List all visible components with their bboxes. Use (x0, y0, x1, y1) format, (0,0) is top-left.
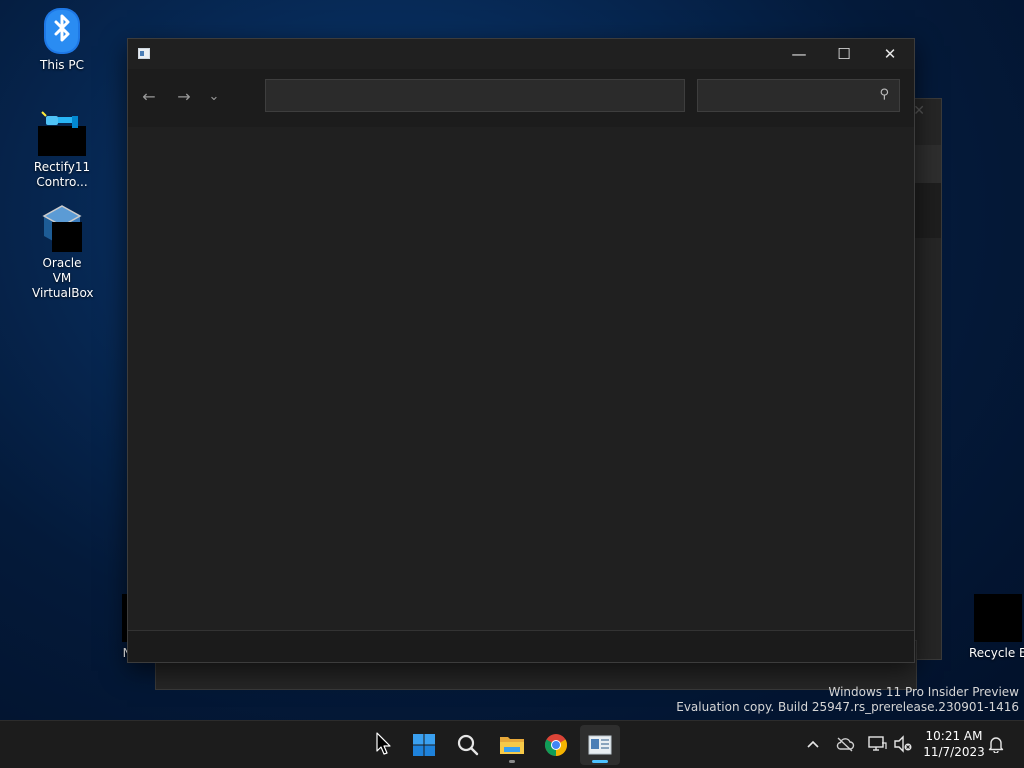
title-bar[interactable]: — ☐ ✕ (128, 39, 914, 69)
desktop-icon-label: Rectify11 Contro... (33, 160, 91, 189)
mouse-cursor-icon (376, 732, 391, 755)
virtualbox-icon (38, 204, 86, 252)
desktop-icon-this-pc[interactable]: This PC (22, 6, 102, 73)
desktop-icon-rectify11[interactable]: Rectify11 Contro... (22, 108, 102, 190)
chevron-down-icon: ⌄ (208, 88, 220, 104)
window-app-icon (138, 48, 150, 59)
windows-logo-icon (413, 734, 435, 756)
search-input[interactable]: ⚲ (697, 79, 900, 112)
search-icon[interactable]: ⚲ (879, 87, 889, 102)
bluetooth-icon (38, 6, 86, 54)
network-icon (868, 736, 887, 751)
watermark-line-2: Evaluation copy. Build 25947.rs_prerelea… (676, 700, 1019, 714)
volume-tray-button[interactable] (892, 733, 914, 755)
content-pane[interactable] (128, 127, 914, 630)
close-icon: ✕ (883, 45, 897, 63)
chrome-icon (545, 734, 567, 756)
minimize-button[interactable]: — (776, 39, 822, 69)
navigation-bar: ← → ⌄ ⚲ (128, 69, 914, 127)
arrow-right-icon: → (177, 86, 191, 106)
close-icon[interactable]: ✕ (913, 103, 925, 119)
desktop-icon-virtualbox[interactable]: Oracle VM VirtualBox (22, 204, 102, 301)
desktop-icon-label: Oracle VM VirtualBox (32, 256, 94, 300)
active-indicator (592, 760, 608, 763)
chevron-up-icon (807, 740, 819, 748)
maximize-icon: ☐ (837, 45, 851, 63)
control-panel-taskbar-button[interactable] (580, 725, 620, 765)
address-bar[interactable] (265, 79, 685, 112)
recent-locations-button[interactable]: ⌄ (199, 81, 229, 111)
clock[interactable]: 10:21 AM 11/7/2023 (918, 728, 990, 760)
show-hidden-icons-button[interactable] (802, 733, 824, 755)
desktop: This PC Rectify11 Contro... Oracle VM Vi… (0, 0, 1024, 720)
recycle-bin-icon (974, 594, 1022, 642)
search-icon (457, 734, 479, 756)
running-indicator (509, 760, 515, 763)
watermark-line-1: Windows 11 Pro Insider Preview (828, 685, 1019, 699)
clock-time: 10:21 AM (925, 729, 983, 743)
close-button[interactable]: ✕ (867, 39, 913, 69)
minimize-icon: — (791, 45, 807, 63)
bell-icon (988, 737, 1004, 753)
window-app-icon (588, 735, 612, 755)
control-panel-icon (38, 108, 86, 156)
folder-icon (500, 737, 524, 754)
explorer-window[interactable]: — ☐ ✕ ← → ⌄ ⚲ (127, 38, 915, 663)
notifications-button[interactable] (985, 733, 1007, 755)
status-bar (128, 630, 914, 662)
clock-date: 11/7/2023 (923, 745, 985, 759)
cloud-offline-icon (836, 737, 855, 752)
maximize-button[interactable]: ☐ (821, 39, 867, 69)
file-explorer-button[interactable] (492, 725, 532, 765)
back-button[interactable]: ← (134, 81, 164, 111)
desktop-icon-recycle-bin[interactable]: Recycle Bi (962, 594, 1024, 661)
network-tray-button[interactable] (866, 733, 888, 755)
chrome-button[interactable] (536, 725, 576, 765)
start-button[interactable] (404, 725, 444, 765)
taskbar: 10:21 AM 11/7/2023 (0, 720, 1024, 768)
desktop-icon-label: This PC (40, 58, 84, 72)
evaluation-watermark: Windows 11 Pro Insider Preview Evaluatio… (676, 685, 1019, 715)
speaker-muted-icon (894, 735, 912, 753)
arrow-left-icon: ← (142, 86, 156, 106)
forward-button[interactable]: → (169, 81, 199, 111)
onedrive-tray-button[interactable] (834, 733, 856, 755)
desktop-icon-label: Recycle Bi (969, 646, 1024, 660)
search-button[interactable] (448, 725, 488, 765)
